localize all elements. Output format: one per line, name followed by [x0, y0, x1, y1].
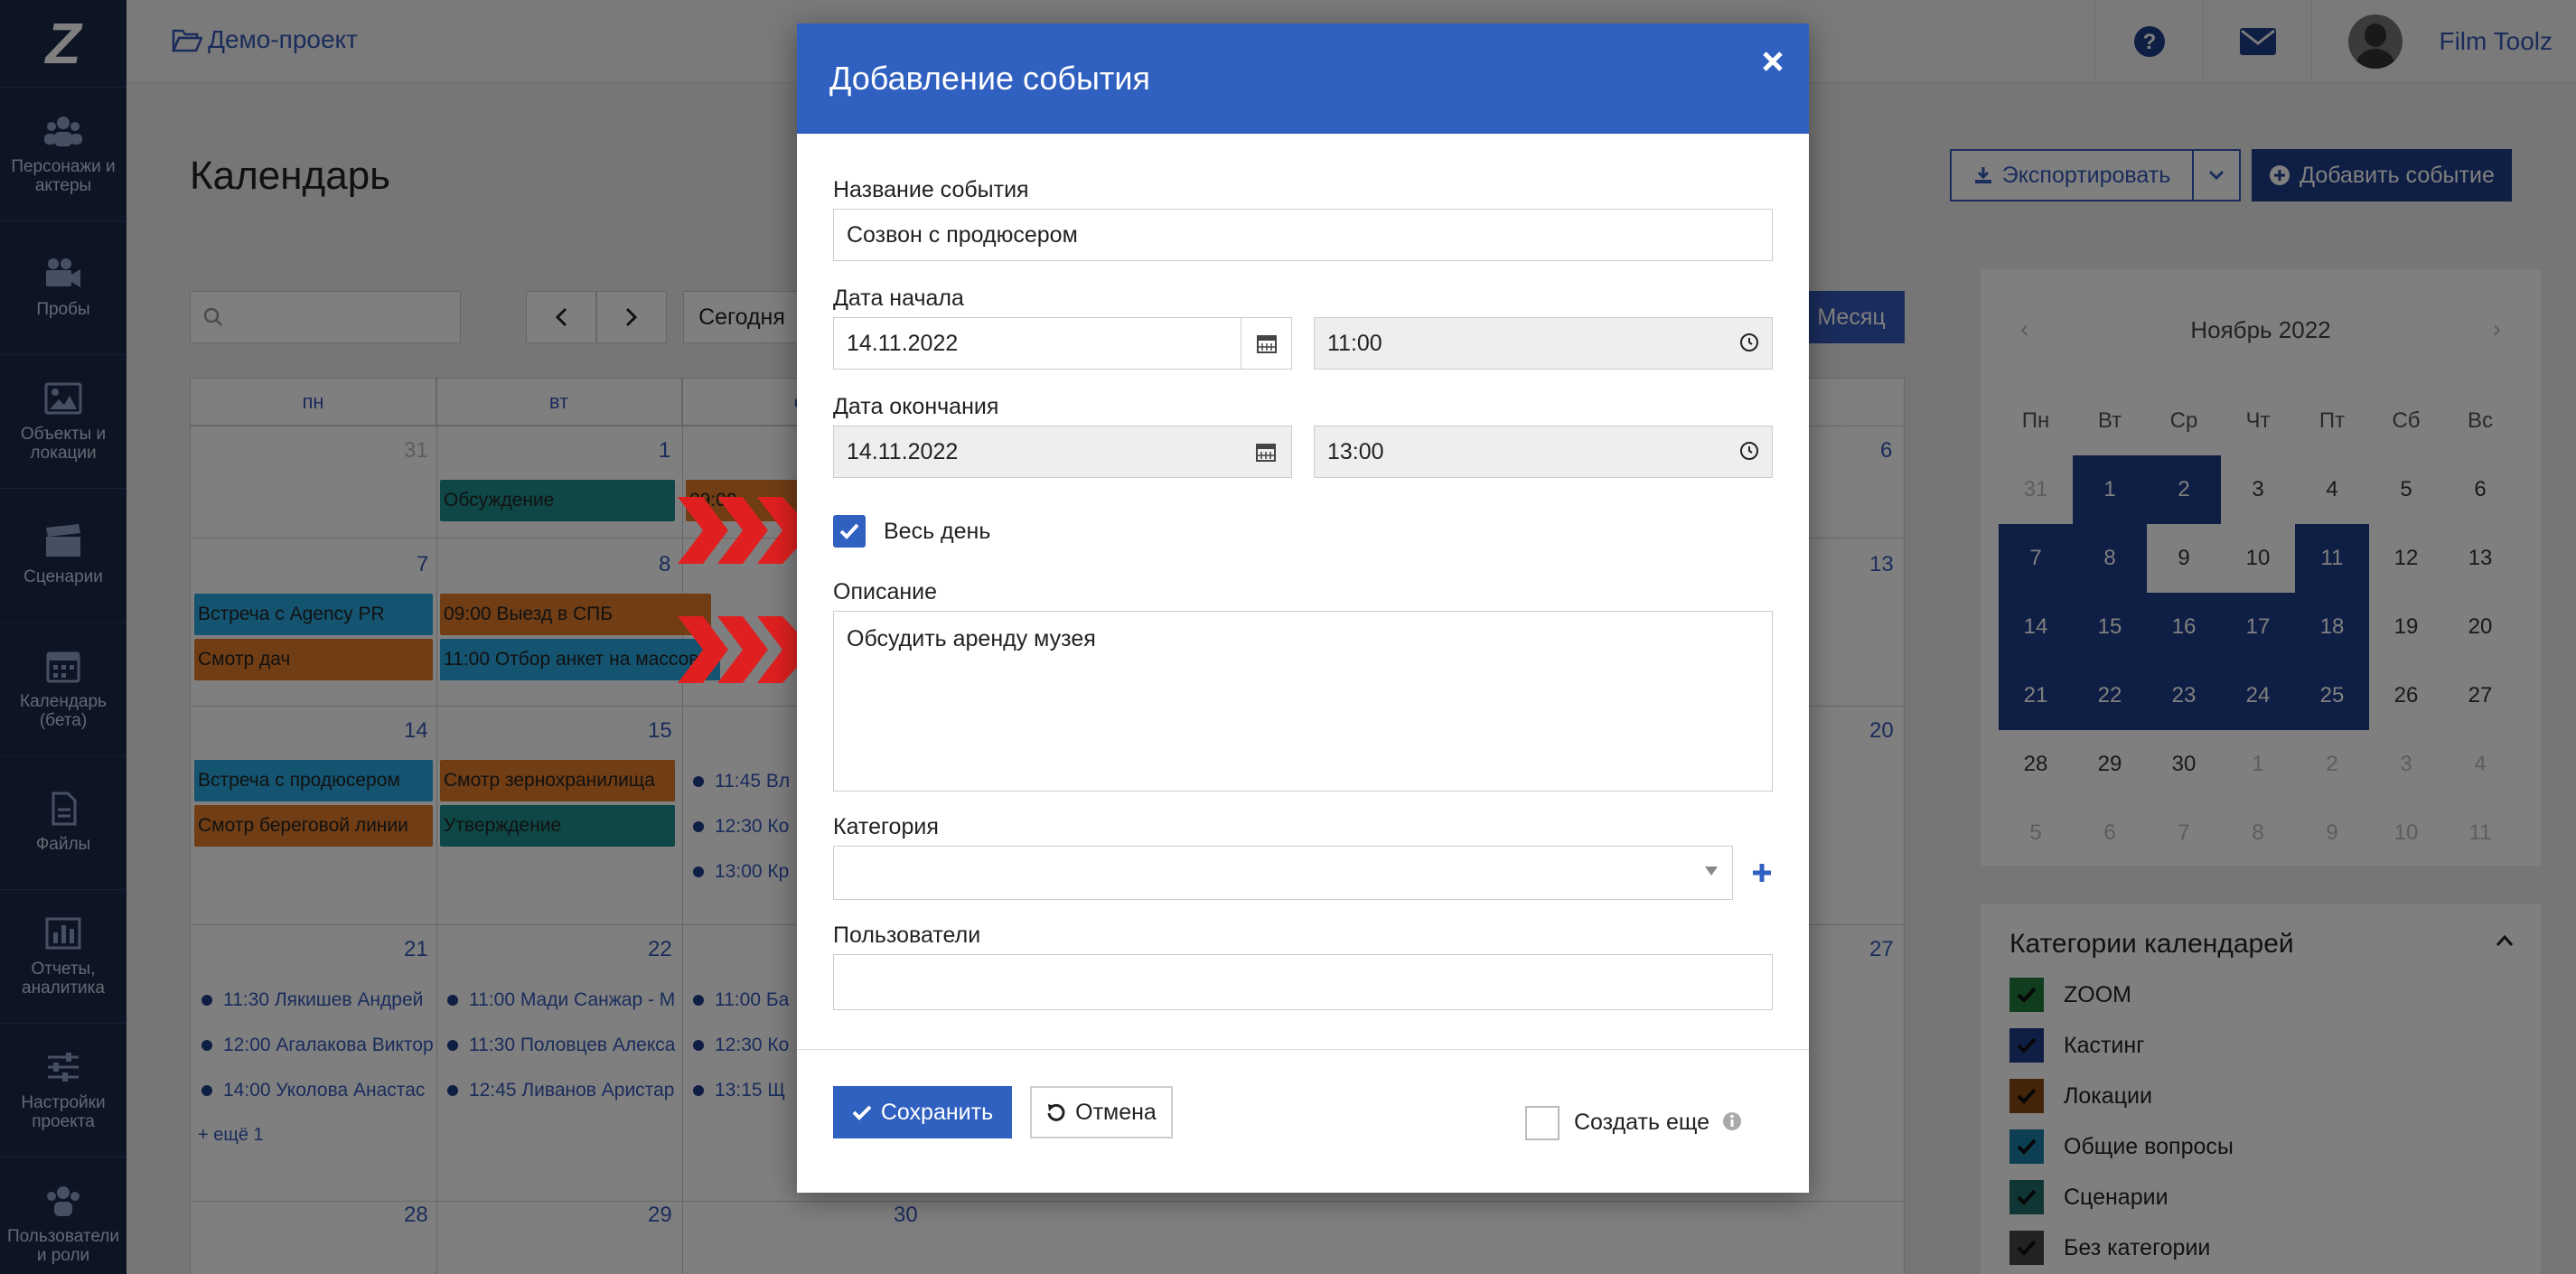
start-date-label: Дата начала [833, 286, 964, 311]
all-day-checkbox[interactable] [833, 515, 866, 548]
add-event-modal: Добавление события Название события Созв… [797, 23, 1809, 1193]
description-textarea[interactable]: Обсудить аренду музея [833, 611, 1773, 792]
description-value: Обсудить аренду музея [847, 626, 1096, 651]
undo-icon [1047, 1103, 1065, 1121]
add-category-button[interactable] [1744, 855, 1780, 891]
clock-icon [1740, 333, 1758, 351]
create-more-label: Создать еще [1574, 1110, 1710, 1135]
end-date-input[interactable]: 14.11.2022 [833, 426, 1292, 478]
users-label: Пользователи [833, 923, 981, 948]
modal-divider [797, 1049, 1809, 1050]
category-select[interactable] [833, 846, 1733, 900]
calendar-icon [1256, 444, 1276, 462]
start-time-input[interactable]: 11:00 [1314, 317, 1773, 370]
start-time-value: 11:00 [1327, 330, 1382, 356]
check-icon [852, 1105, 872, 1120]
users-input[interactable] [833, 954, 1773, 1010]
event-name-input[interactable]: Созвон с продюсером [833, 209, 1773, 261]
close-icon [1763, 52, 1783, 71]
plus-icon [1753, 864, 1771, 882]
start-date-value: 14.11.2022 [847, 330, 959, 356]
save-button[interactable]: Сохранить [833, 1086, 1012, 1138]
description-label: Описание [833, 579, 938, 604]
event-name-value: Созвон с продюсером [847, 221, 1078, 248]
clock-icon [1740, 442, 1758, 460]
end-time-input[interactable]: 13:00 [1314, 426, 1773, 478]
cancel-label: Отмена [1075, 1099, 1157, 1125]
event-name-label: Название события [833, 177, 1029, 202]
modal-header: Добавление события [797, 23, 1809, 134]
info-icon[interactable] [1722, 1111, 1742, 1131]
end-date-label: Дата окончания [833, 394, 999, 419]
calendar-icon [1256, 335, 1277, 353]
check-icon [839, 523, 859, 539]
start-date-picker-button[interactable] [1241, 318, 1291, 369]
category-label: Категория [833, 814, 939, 839]
save-label: Сохранить [880, 1099, 994, 1125]
create-more-checkbox[interactable] [1525, 1106, 1560, 1140]
start-date-input[interactable]: 14.11.2022 [833, 317, 1292, 370]
all-day-label: Весь день [884, 519, 991, 544]
cancel-button[interactable]: Отмена [1030, 1086, 1173, 1138]
end-date-picker-button[interactable] [1241, 426, 1291, 477]
modal-title: Добавление события [829, 60, 1150, 97]
end-time-value: 13:00 [1327, 438, 1384, 464]
caret-down-icon [1705, 867, 1718, 876]
end-date-value: 14.11.2022 [847, 438, 959, 464]
close-button[interactable] [1755, 43, 1791, 80]
